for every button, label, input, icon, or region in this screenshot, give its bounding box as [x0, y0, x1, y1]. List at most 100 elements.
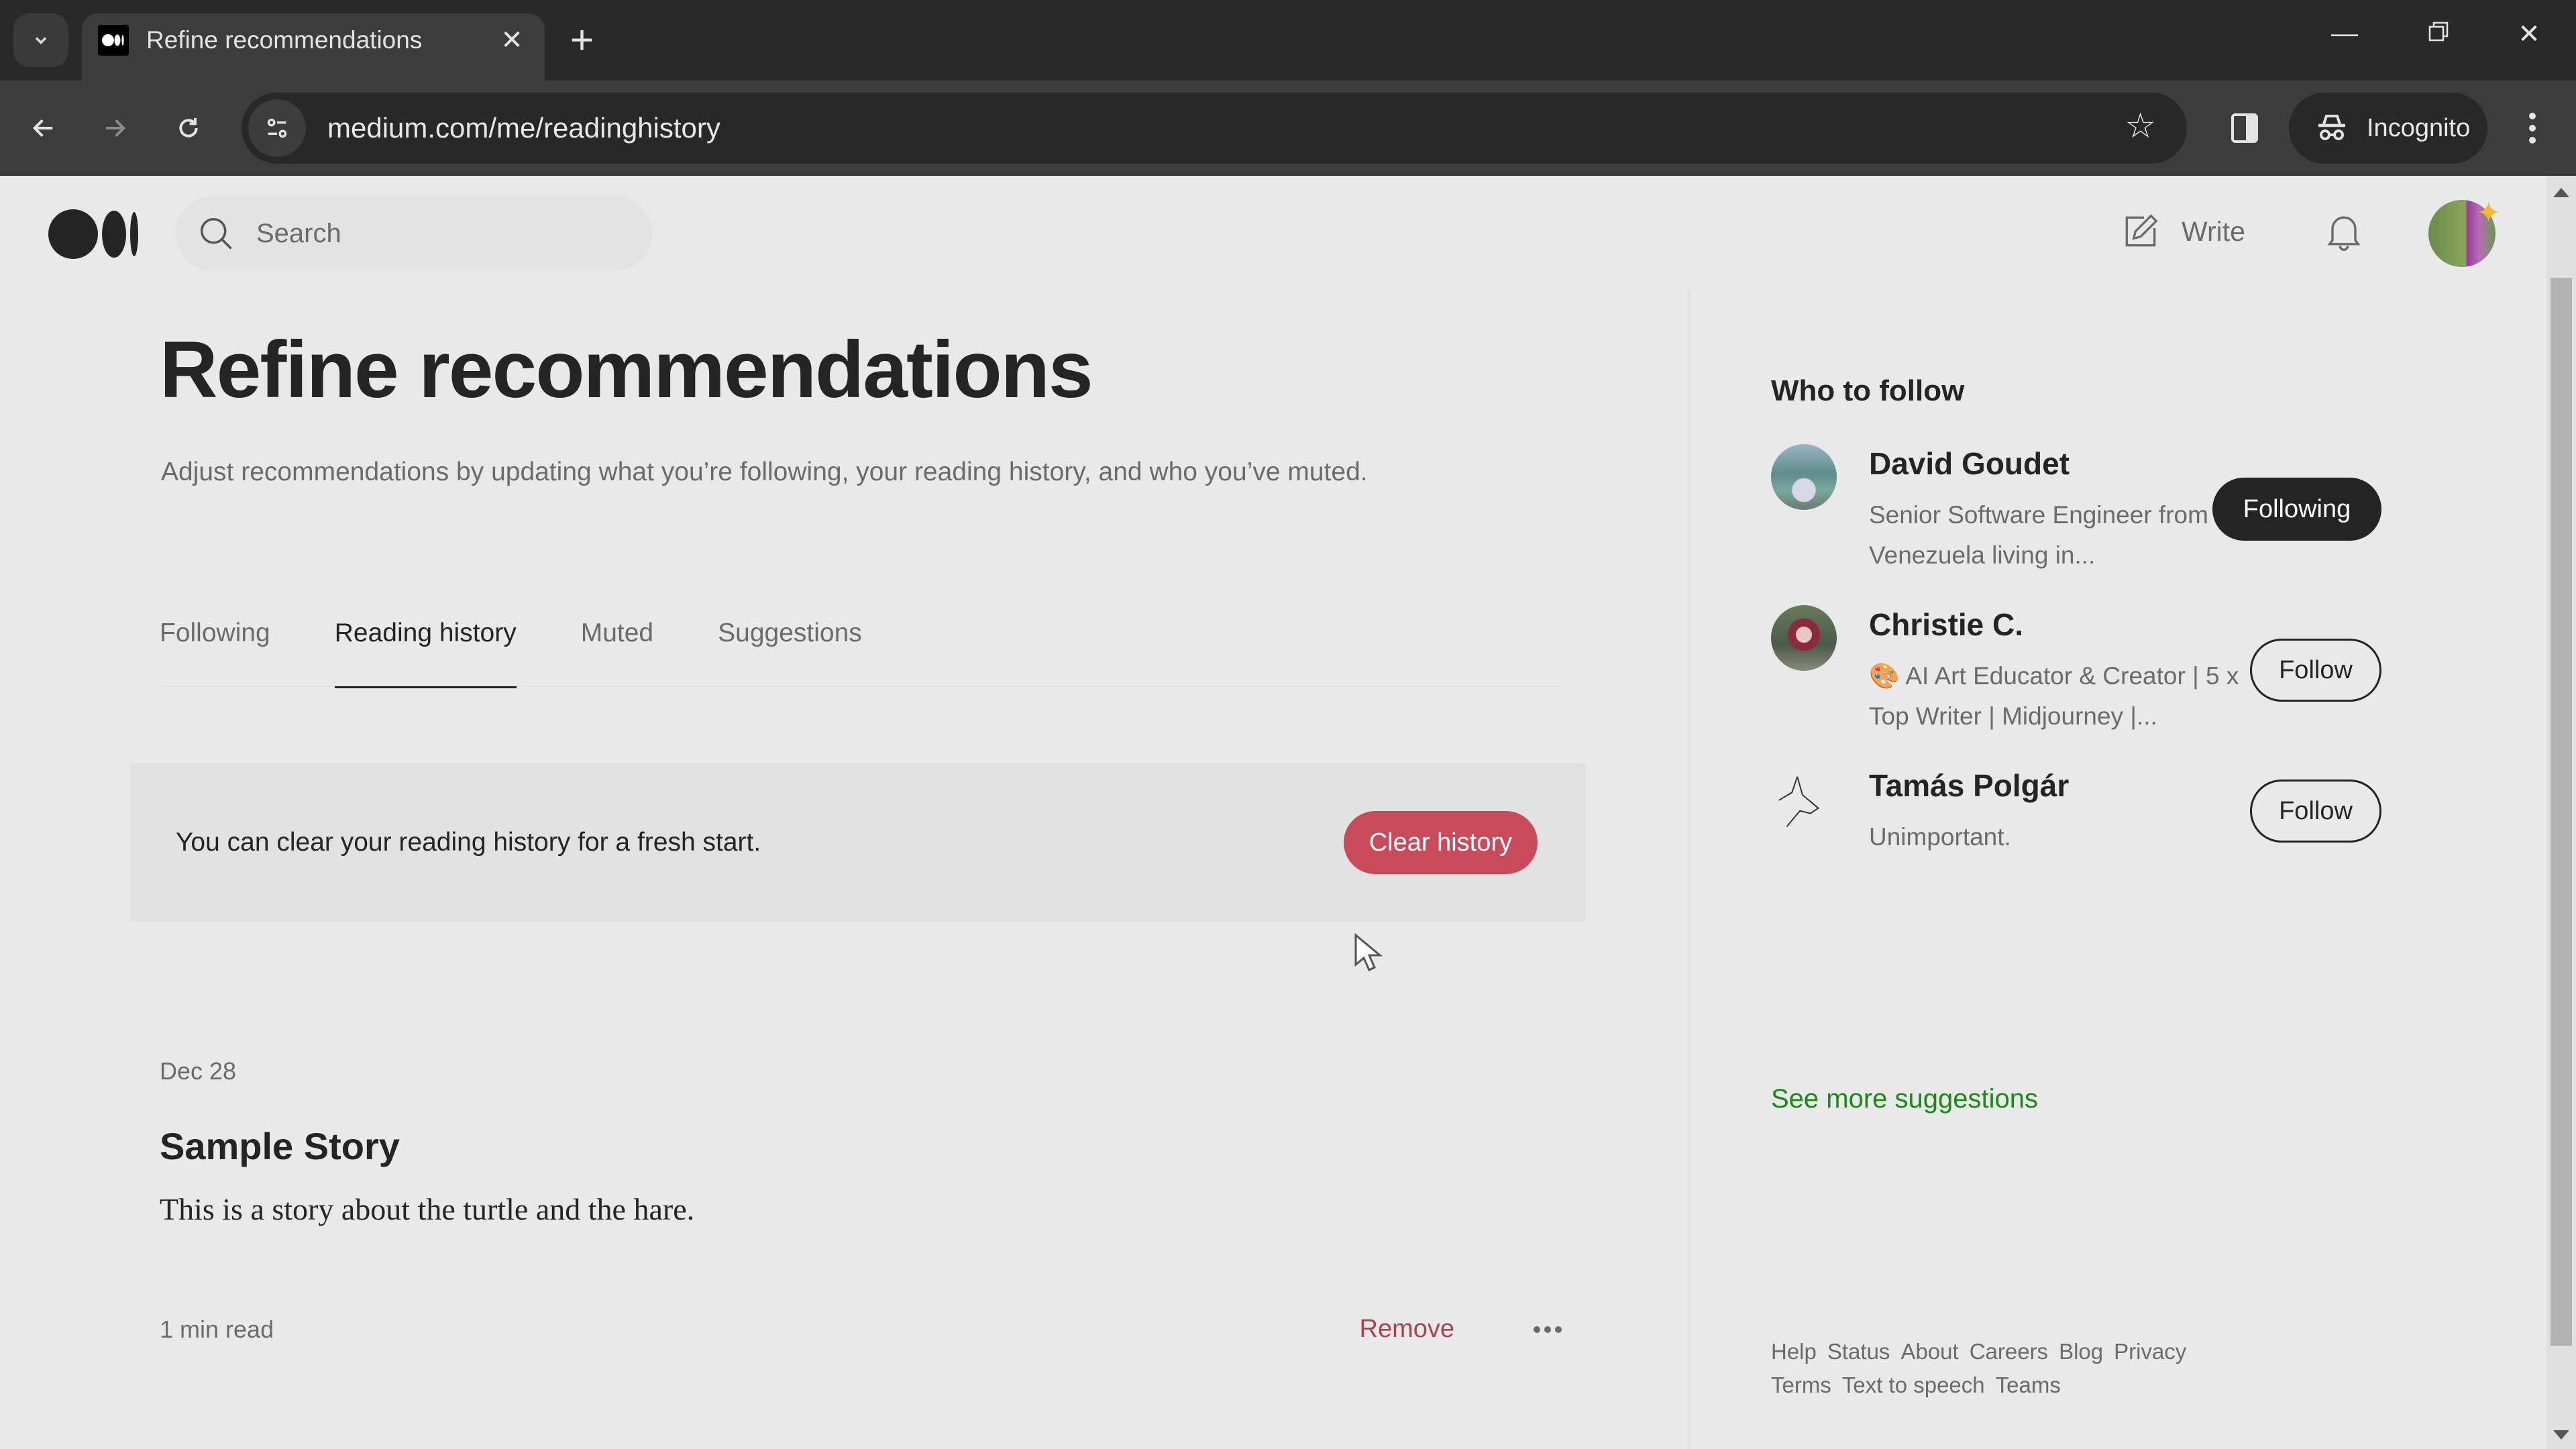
page-title: Refine recommendations [160, 325, 1093, 415]
tab-following[interactable]: Following [160, 612, 270, 687]
browser-menu-button[interactable] [2516, 105, 2549, 152]
kebab-dot [2529, 137, 2536, 144]
logo-circle-medium [102, 211, 126, 258]
footer-link-blog[interactable]: Blog [2059, 1335, 2103, 1368]
scroll-down-arrow-icon[interactable] [2553, 1430, 2569, 1440]
person-bio: Senior Software Engineer from Venezuela … [1869, 501, 2208, 569]
back-button[interactable] [20, 105, 67, 152]
site-info-button[interactable] [248, 99, 306, 157]
kebab-icon [2529, 113, 2536, 119]
tune-icon [267, 118, 287, 138]
follow-button[interactable]: Follow [2250, 639, 2381, 702]
clear-history-notice: You can clear your reading history for a… [176, 828, 761, 857]
notifications-button[interactable] [2321, 208, 2367, 257]
tab-suggestions[interactable]: Suggestions [718, 612, 862, 687]
footer-link-text-to-speech[interactable]: Text to speech [1842, 1368, 1985, 1402]
url-text: medium.com/me/readinghistory [327, 112, 720, 144]
person-bio: 🎨 AI Art Educator & Creator | 5 x Top Wr… [1869, 656, 2245, 737]
dot [1555, 1326, 1562, 1333]
new-tab-button[interactable]: + [570, 19, 594, 62]
reload-button[interactable] [165, 105, 212, 152]
footer-links: Help Status About Careers Blog Privacy T… [1771, 1335, 2241, 1402]
story-date: Dec 28 [160, 1057, 237, 1085]
tab-bar: Following Reading history Muted Suggesti… [160, 612, 1562, 688]
follow-button[interactable]: Follow [2250, 780, 2381, 843]
browser-titlebar: Refine recommendations ✕ + — ✕ [0, 0, 2576, 80]
side-panel-button[interactable] [2224, 105, 2265, 152]
member-star-icon: ✦ [2476, 197, 2501, 229]
dot [1534, 1326, 1540, 1333]
person-name[interactable]: Christie C. [1869, 606, 2023, 643]
clear-history-button[interactable]: Clear history [1343, 811, 1538, 874]
bell-icon [2327, 216, 2361, 251]
follow-suggestion: David Goudet Senior Software Engineer fr… [1771, 444, 2381, 578]
avatar[interactable] [1771, 766, 1837, 832]
following-button[interactable]: Following [2212, 478, 2381, 541]
search-placeholder: Search [256, 218, 341, 248]
footer-link-help[interactable]: Help [1771, 1335, 1817, 1368]
search-input[interactable]: Search [176, 196, 652, 271]
footer-link-terms[interactable]: Terms [1771, 1368, 1831, 1402]
search-icon [201, 218, 232, 250]
page-subtitle: Adjust recommendations by updating what … [161, 458, 1368, 486]
story-item[interactable]: Dec 28 Sample Story This is a story abou… [160, 1057, 1562, 1343]
close-window-icon[interactable]: ✕ [2502, 19, 2556, 50]
site-header: Search Write ✦ [0, 176, 2546, 290]
scroll-up-arrow-icon[interactable] [2553, 188, 2569, 197]
tab-muted[interactable]: Muted [581, 612, 653, 687]
footer-link-status[interactable]: Status [1827, 1335, 1890, 1368]
tab-search-button[interactable] [13, 13, 68, 67]
side-panel-icon [2231, 113, 2258, 143]
minimize-icon[interactable]: — [2318, 19, 2371, 49]
browser-tab[interactable]: Refine recommendations ✕ [82, 13, 545, 80]
story-footer: 1 min read Remove [160, 1315, 1562, 1344]
person-name[interactable]: David Goudet [1869, 445, 2070, 482]
close-tab-icon[interactable]: ✕ [495, 25, 529, 56]
story-title[interactable]: Sample Story [160, 1124, 400, 1168]
user-avatar[interactable]: ✦ [2428, 197, 2501, 267]
footer-link-teams[interactable]: Teams [1996, 1368, 2061, 1402]
address-bar[interactable]: medium.com/me/readinghistory ☆ [241, 93, 2187, 164]
person-bio: Unimportant. [1869, 823, 2011, 851]
medium-favicon-icon [98, 25, 129, 56]
avatar[interactable] [1771, 605, 1837, 671]
person-bio-text: AI Art Educator & Creator | 5 x Top Writ… [1869, 662, 2239, 730]
story-read-time: 1 min read [160, 1315, 274, 1343]
dot [1544, 1326, 1551, 1333]
medium-logo[interactable] [48, 209, 138, 259]
palette-emoji-icon: 🎨 [1869, 662, 1900, 690]
logo-circle-small [130, 212, 138, 256]
medium-page: Search Write ✦ Refine recommendations Ad… [0, 176, 2546, 1449]
mouse-cursor-icon [1353, 932, 1383, 976]
page-scrollbar[interactable] [2546, 176, 2576, 1449]
follow-suggestion: Christie C. 🎨 AI Art Educator & Creator … [1771, 605, 2381, 739]
story-excerpt: This is a story about the turtle and the… [160, 1192, 695, 1226]
logo-circle-large [48, 209, 98, 259]
write-label: Write [2182, 215, 2245, 247]
person-name[interactable]: Tamás Polgár [1869, 767, 2069, 804]
write-button[interactable]: Write [2120, 211, 2245, 252]
avatar[interactable] [1771, 444, 1837, 510]
tab-title: Refine recommendations [146, 26, 423, 54]
arrow-right-icon [105, 119, 126, 138]
footer-link-privacy[interactable]: Privacy [2114, 1335, 2186, 1368]
chevron-down-icon [35, 37, 47, 44]
clear-history-panel: You can clear your reading history for a… [130, 763, 1586, 922]
see-more-suggestions-link[interactable]: See more suggestions [1771, 1084, 2038, 1114]
follow-suggestion: Tamás Polgár Unimportant. Follow [1771, 766, 2381, 900]
forward-button[interactable] [91, 105, 138, 152]
remove-story-button[interactable]: Remove [1360, 1315, 1455, 1344]
restore-icon[interactable] [2412, 19, 2465, 49]
kebab-dot [2529, 125, 2536, 131]
reload-icon [179, 118, 198, 138]
fox-sketch-icon [1778, 776, 1820, 827]
write-icon [2125, 214, 2158, 247]
bookmark-star-icon[interactable]: ☆ [2125, 106, 2156, 146]
more-options-icon[interactable] [1534, 1326, 1562, 1333]
tab-reading-history[interactable]: Reading history [334, 612, 517, 688]
arrow-left-icon [32, 119, 53, 138]
footer-link-careers[interactable]: Careers [1970, 1335, 2048, 1368]
incognito-badge[interactable]: Incognito [2289, 93, 2487, 164]
scrollbar-thumb[interactable] [2551, 278, 2572, 1346]
footer-link-about[interactable]: About [1900, 1335, 1958, 1368]
